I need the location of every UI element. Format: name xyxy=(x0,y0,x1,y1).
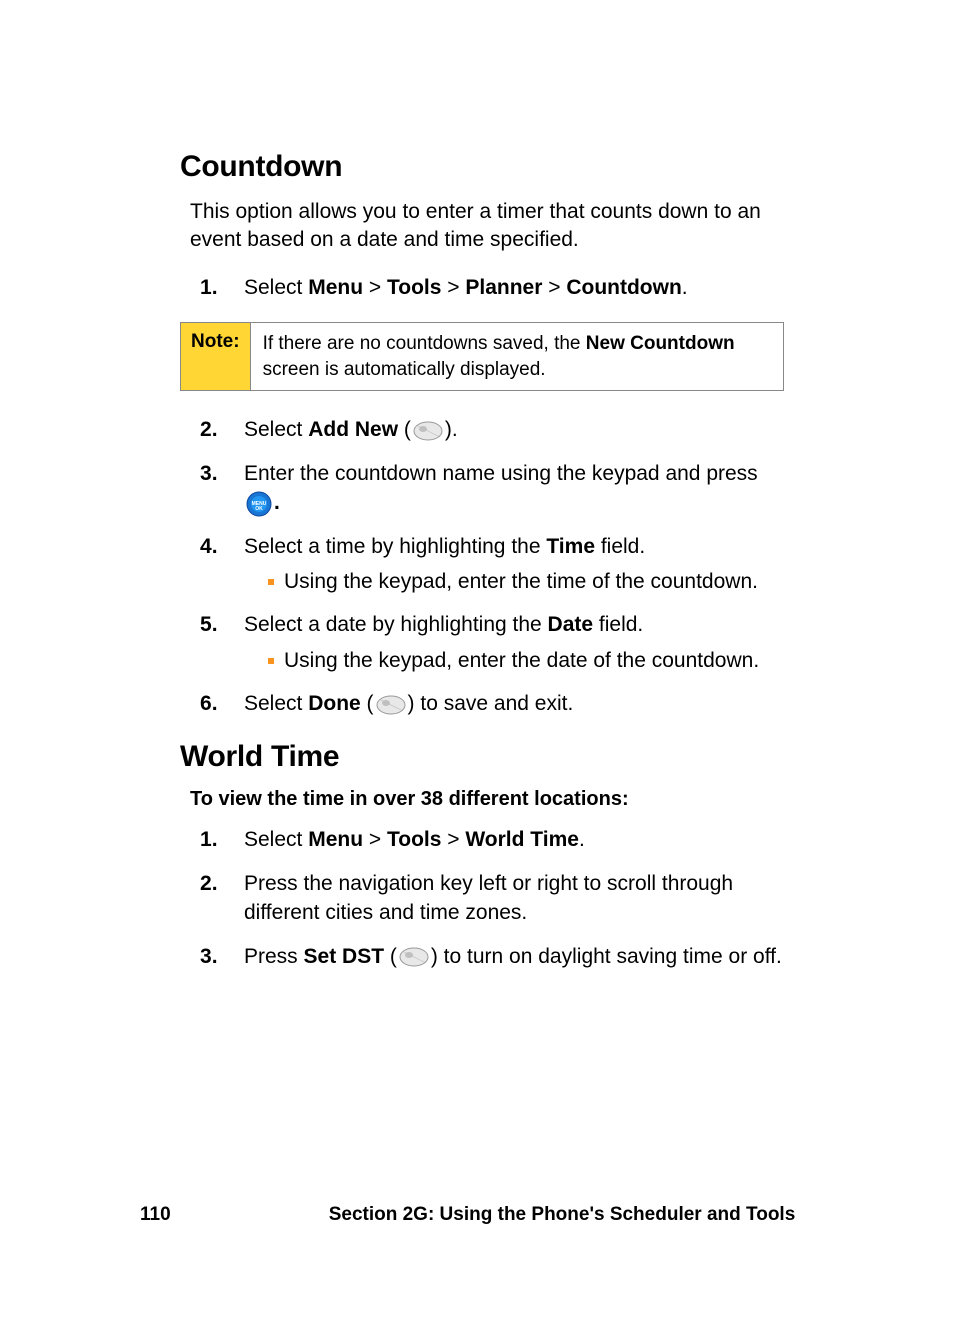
text: ( xyxy=(398,418,411,441)
page-number: 110 xyxy=(140,1204,270,1226)
countdown-label: Countdown xyxy=(566,276,681,299)
menu-label: Menu xyxy=(308,276,363,299)
svg-text:OK: OK xyxy=(255,506,263,512)
countdown-intro: This option allows you to enter a timer … xyxy=(180,198,784,255)
ok-button-icon: MENUOK xyxy=(246,491,272,517)
section-title: Section 2G: Using the Phone's Scheduler … xyxy=(270,1204,854,1226)
countdown-heading: Countdown xyxy=(180,150,784,184)
note-text: If there are no countdowns saved, the Ne… xyxy=(251,323,783,390)
softkey-icon xyxy=(413,421,443,441)
done-label: Done xyxy=(308,692,361,715)
planner-label: Planner xyxy=(465,276,542,299)
text: Select a date by highlighting the xyxy=(244,613,548,636)
world-time-subheading: To view the time in over 38 different lo… xyxy=(190,788,784,811)
world-time-label: World Time xyxy=(465,828,579,851)
text: ( xyxy=(361,692,374,715)
countdown-step-5: Select a date by highlighting the Date f… xyxy=(190,610,784,675)
sub-bullet: Using the keypad, enter the date of the … xyxy=(268,646,784,675)
separator: > xyxy=(363,828,387,851)
softkey-icon xyxy=(376,695,406,715)
menu-label: Menu xyxy=(308,828,363,851)
note-box: Note: If there are no countdowns saved, … xyxy=(180,322,784,391)
text: ( xyxy=(384,945,397,968)
text: ) to turn on daylight saving time or off… xyxy=(431,945,782,968)
page-footer: 110 Section 2G: Using the Phone's Schedu… xyxy=(0,1204,954,1226)
separator: > xyxy=(441,828,465,851)
add-new-label: Add New xyxy=(308,418,398,441)
separator: > xyxy=(542,276,566,299)
separator: > xyxy=(363,276,387,299)
countdown-step-6: Select Done ( ) to save and exit. xyxy=(190,689,784,718)
countdown-step-1: Select Menu > Tools > Planner > Countdow… xyxy=(190,273,784,302)
text: Select xyxy=(244,692,308,715)
text: Enter the countdown name using the keypa… xyxy=(244,462,758,485)
note-label: Note: xyxy=(181,323,251,390)
world-time-step-2: Press the navigation key left or right t… xyxy=(190,869,784,928)
text: Select a time by highlighting the xyxy=(244,535,546,558)
tools-label: Tools xyxy=(387,828,441,851)
tools-label: Tools xyxy=(387,276,441,299)
text: ) to save and exit. xyxy=(408,692,574,715)
text: field. xyxy=(595,535,645,558)
text: If there are no countdowns saved, the xyxy=(263,333,586,354)
separator: > xyxy=(441,276,465,299)
sub-bullet: Using the keypad, enter the time of the … xyxy=(268,567,784,596)
text: . xyxy=(579,828,585,851)
text: Select xyxy=(244,828,308,851)
countdown-step-3: Enter the countdown name using the keypa… xyxy=(190,459,784,518)
world-time-step-3: Press Set DST ( ) to turn on daylight sav… xyxy=(190,942,784,971)
text: . xyxy=(682,276,688,299)
countdown-step-4: Select a time by highlighting the Time f… xyxy=(190,532,784,597)
new-countdown-label: New Countdown xyxy=(586,333,735,354)
text: ). xyxy=(445,418,458,441)
softkey-icon xyxy=(399,947,429,967)
text: screen is automatically displayed. xyxy=(263,359,546,380)
time-field-label: Time xyxy=(546,535,595,558)
text: Press xyxy=(244,945,304,968)
text: . xyxy=(274,491,280,514)
set-dst-label: Set DST xyxy=(304,945,385,968)
date-field-label: Date xyxy=(548,613,594,636)
countdown-step-2: Select Add New (). xyxy=(190,415,784,444)
world-time-step-1: Select Menu > Tools > World Time. xyxy=(190,825,784,854)
text: Select xyxy=(244,276,308,299)
text: field. xyxy=(593,613,643,636)
world-time-heading: World Time xyxy=(180,740,784,774)
text: Select xyxy=(244,418,308,441)
